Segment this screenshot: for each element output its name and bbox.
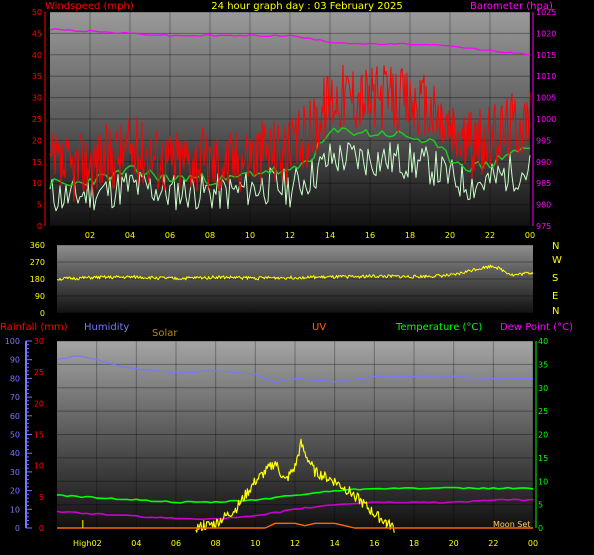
barometer-tick-label: 1005 — [536, 94, 556, 103]
barometer-tick-label: 990 — [536, 158, 551, 167]
bottom-x-tick-label: 12 — [290, 539, 300, 548]
high-annotation: High — [73, 539, 91, 548]
rainfall-tick-label: 0 — [39, 524, 44, 533]
temperature-tick-label: 5 — [538, 501, 543, 510]
humidity-tick-label: 70 — [10, 393, 20, 402]
humidity-tick-label: 60 — [10, 412, 20, 421]
barometer-tick-label: 1010 — [536, 72, 556, 81]
top-x-tick-label: 08 — [205, 231, 215, 240]
top-x-tick-label: 04 — [125, 231, 135, 240]
humidity-legend: Humidity — [84, 322, 129, 333]
windspeed-tick-label: 15 — [32, 158, 42, 167]
moon-set-annotation: Moon Set — [493, 520, 530, 529]
windspeed-tick-label: 0 — [37, 222, 42, 231]
rainfall-tick-label: 10 — [34, 462, 44, 471]
temperature-legend: Temperature (°C) — [395, 322, 482, 333]
chart-title: 24 hour graph day : 03 February 2025 — [211, 1, 402, 12]
top-x-tick-label: 10 — [245, 231, 255, 240]
top-x-tick-label: 00 — [525, 231, 535, 240]
direction-tick-label: 90 — [35, 292, 45, 301]
top-x-tick-label: 02 — [85, 231, 95, 240]
windspeed-tick-label: 30 — [32, 94, 42, 103]
top-x-tick-label: 12 — [285, 231, 295, 240]
top-x-tick-label: 20 — [445, 231, 455, 240]
top-x-tick-label: 22 — [485, 231, 495, 240]
windspeed-tick-label: 10 — [32, 179, 42, 188]
humidity-tick-label: 50 — [10, 431, 20, 440]
barometer-tick-label: 1020 — [536, 29, 556, 38]
humidity-tick-label: 10 — [10, 505, 20, 514]
compass-n2: N — [552, 306, 559, 317]
rainfall-tick-label: 15 — [34, 431, 44, 440]
temperature-tick-label: 25 — [538, 407, 548, 416]
windspeed-tick-label: 50 — [32, 8, 42, 17]
barometer-legend: Barometer (hpa) — [470, 1, 553, 12]
temperature-tick-label: 15 — [538, 454, 548, 463]
bottom-x-tick-label: 14 — [330, 539, 340, 548]
humidity-tick-label: 80 — [10, 374, 20, 383]
temperature-tick-label: 20 — [538, 431, 548, 440]
humidity-tick-label: 30 — [10, 468, 20, 477]
bottom-x-tick-label: 22 — [488, 539, 498, 548]
barometer-tick-label: 975 — [536, 222, 551, 231]
bottom-x-tick-label: 06 — [171, 539, 181, 548]
temperature-tick-label: 30 — [538, 384, 548, 393]
humidity-tick-label: 100 — [5, 337, 20, 346]
bottom-x-tick-label: 08 — [211, 539, 221, 548]
humidity-tick-label: 40 — [10, 449, 20, 458]
windspeed-tick-label: 25 — [32, 115, 42, 124]
solar-legend: Solar — [152, 328, 178, 339]
barometer-tick-label: 1015 — [536, 51, 556, 60]
temperature-tick-label: 35 — [538, 360, 548, 369]
rainfall-legend: Rainfall (mm) — [0, 322, 68, 333]
compass-n1: N — [552, 241, 559, 252]
direction-tick-label: 360 — [30, 241, 45, 250]
direction-tick-label: 270 — [30, 258, 45, 267]
temperature-tick-label: 40 — [538, 337, 548, 346]
windspeed-tick-label: 45 — [32, 29, 42, 38]
humidity-tick-label: 90 — [10, 356, 20, 365]
bottom-x-tick-label: 00 — [528, 539, 538, 548]
temperature-tick-label: 0 — [538, 524, 543, 533]
bottom-x-tick-label: 16 — [369, 539, 379, 548]
humidity-tick-label: 0 — [15, 524, 20, 533]
windspeed-tick-label: 40 — [32, 51, 42, 60]
bottom-x-tick-label: 04 — [131, 539, 141, 548]
compass-e: E — [552, 291, 558, 302]
graph-canvas: 0 5 10 15 20 25 30 35 40 45 50 975 980 985 990 995 1000 1… — [0, 0, 594, 555]
bottom-x-tick-label: 10 — [250, 539, 260, 548]
barometer-tick-label: 985 — [536, 179, 551, 188]
windspeed-tick-label: 20 — [32, 136, 42, 145]
bottom-x-tick-label: 18 — [409, 539, 419, 548]
humidity-tick-label: 20 — [10, 487, 20, 496]
direction-tick-label: 0 — [40, 309, 45, 318]
bottom-x-tick-label: 20 — [449, 539, 459, 548]
top-x-tick-label: 06 — [165, 231, 175, 240]
compass-s: S — [552, 273, 558, 284]
top-x-tick-label: 14 — [325, 231, 335, 240]
rainfall-tick-label: 25 — [34, 368, 44, 377]
windspeed-tick-label: 35 — [32, 72, 42, 81]
top-x-tick-label: 18 — [405, 231, 415, 240]
temperature-tick-label: 10 — [538, 477, 548, 486]
direction-tick-label: 180 — [30, 275, 45, 284]
barometer-tick-label: 980 — [536, 201, 551, 210]
bottom-x-tick-label: 02 — [92, 539, 102, 548]
uv-legend: UV — [312, 322, 326, 333]
windspeed-legend: Windspeed (mph) — [45, 1, 134, 12]
top-x-tick-label: 16 — [365, 231, 375, 240]
chart-svg: 0510152025303540455097598098599099510001… — [0, 1, 573, 548]
dewpoint-legend: Dew Point (°C) — [500, 322, 573, 333]
rainfall-tick-label: 20 — [34, 399, 44, 408]
barometer-tick-label: 995 — [536, 136, 551, 145]
compass-w: W — [552, 255, 562, 266]
windspeed-tick-label: 5 — [37, 201, 42, 210]
rainfall-tick-label: 5 — [39, 493, 44, 502]
barometer-tick-label: 1000 — [536, 115, 556, 124]
rainfall-tick-label: 30 — [34, 337, 44, 346]
